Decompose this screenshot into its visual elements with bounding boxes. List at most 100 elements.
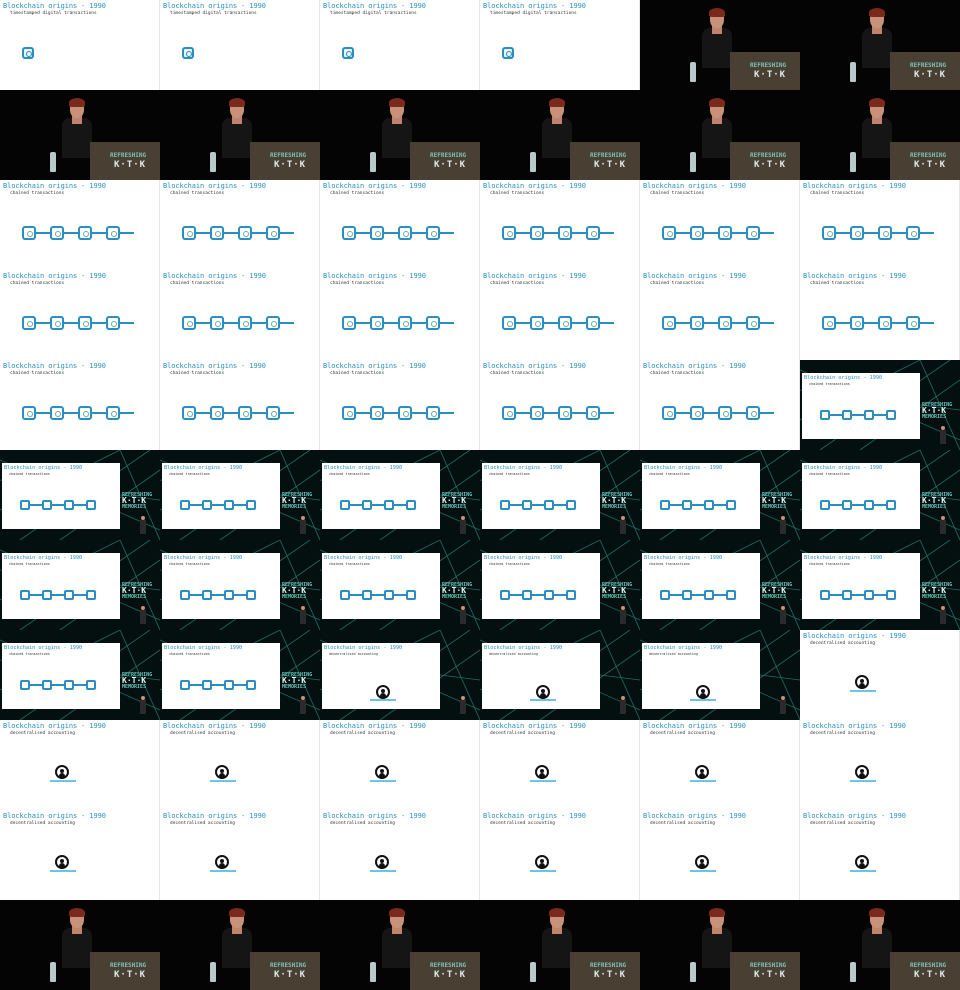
slide-thumbnail[interactable]: Blockchain origins - 1990 decentralised … xyxy=(0,720,160,810)
slide-thumbnail[interactable]: Blockchain origins - 1990 chained transa… xyxy=(640,360,800,450)
speaker-figure xyxy=(220,98,254,158)
bottle-icon xyxy=(690,152,696,172)
speaker-frame[interactable]: REFRESHING K·T·K xyxy=(320,90,480,180)
speaker-frame[interactable]: REFRESHING K·T·K xyxy=(640,0,800,90)
speaker-frame[interactable]: REFRESHING K·T·K xyxy=(800,900,960,990)
slide-thumbnail[interactable]: Blockchain origins - 1990 decentralised … xyxy=(640,810,800,900)
stream-frame[interactable]: Blockchain origins - 1990 chained transa… xyxy=(0,630,160,720)
stream-frame[interactable]: Blockchain origins - 1990 chained transa… xyxy=(320,450,480,540)
slide-thumbnail[interactable]: Blockchain origins - 1990 decentralised … xyxy=(480,720,640,810)
chain-icon xyxy=(182,406,294,420)
slide-thumbnail[interactable]: Blockchain origins - 1990 chained transa… xyxy=(0,360,160,450)
chain-icon xyxy=(340,500,416,510)
slide-thumbnail[interactable]: Blockchain origins - 1990 decentralised … xyxy=(800,720,960,810)
podium-logo-mark: K·T·K xyxy=(274,160,307,170)
slide-inset: Blockchain origins - 1990 chained transa… xyxy=(162,463,280,529)
side-logo: REFRESHING K·T·K MEMORIES xyxy=(282,492,313,510)
speaker-frame[interactable]: REFRESHING K·T·K xyxy=(640,90,800,180)
slide-thumbnail[interactable]: Blockchain origins - 1990 decentralised … xyxy=(800,810,960,900)
stream-frame[interactable]: Blockchain origins - 1990 decentralised … xyxy=(640,630,800,720)
slide-thumbnail[interactable]: Blockchain origins - 1990 chained transa… xyxy=(0,270,160,360)
slide-thumbnail[interactable]: Blockchain origins - 1990 decentralised … xyxy=(800,630,960,720)
podium: REFRESHING K·T·K xyxy=(730,52,800,90)
slide-thumbnail[interactable]: Blockchain origins - 1990 chained transa… xyxy=(800,270,960,360)
slide-thumbnail[interactable]: Blockchain origins - 1990 chained transa… xyxy=(320,360,480,450)
speaker-figure xyxy=(700,8,734,68)
slide-thumbnail[interactable]: Blockchain origins - 1990 timestamped di… xyxy=(0,0,160,90)
stream-frame[interactable]: Blockchain origins - 1990 decentralised … xyxy=(480,630,640,720)
podium-logo-text: REFRESHING xyxy=(110,962,147,969)
slide-thumbnail[interactable]: Blockchain origins - 1990 timestamped di… xyxy=(320,0,480,90)
speaker-frame[interactable]: REFRESHING K·T·K xyxy=(160,90,320,180)
chain-icon xyxy=(502,316,614,330)
stream-frame[interactable]: Blockchain origins - 1990 chained transa… xyxy=(160,630,320,720)
speaker-frame[interactable]: REFRESHING K·T·K xyxy=(800,90,960,180)
slide-thumbnail[interactable]: Blockchain origins - 1990 chained transa… xyxy=(320,180,480,270)
slide-subtitle: chained transactions xyxy=(9,562,50,566)
slide-title: Blockchain origins - 1990 xyxy=(164,645,243,651)
stream-frame[interactable]: Blockchain origins - 1990 chained transa… xyxy=(640,540,800,630)
slide-title: Blockchain origins - 1990 xyxy=(644,465,723,471)
stream-frame[interactable]: Blockchain origins - 1990 chained transa… xyxy=(160,450,320,540)
slide-thumbnail[interactable]: Blockchain origins - 1990 chained transa… xyxy=(160,180,320,270)
podium: REFRESHING K·T·K xyxy=(90,952,160,990)
slide-title: Blockchain origins - 1990 xyxy=(803,182,906,190)
speaker-thumbnail xyxy=(460,606,466,624)
speaker-frame[interactable]: REFRESHING K·T·K xyxy=(0,90,160,180)
slide-thumbnail[interactable]: Blockchain origins - 1990 chained transa… xyxy=(640,180,800,270)
speaker-frame[interactable]: REFRESHING K·T·K xyxy=(320,900,480,990)
stream-frame[interactable]: Blockchain origins - 1990 chained transa… xyxy=(0,450,160,540)
chain-icon xyxy=(180,590,256,600)
stream-frame[interactable]: Blockchain origins - 1990 decentralised … xyxy=(320,630,480,720)
stream-frame[interactable]: Blockchain origins - 1990 chained transa… xyxy=(800,540,960,630)
slide-thumbnail[interactable]: Blockchain origins - 1990 chained transa… xyxy=(320,270,480,360)
network-line-icon xyxy=(210,780,236,782)
slide-thumbnail[interactable]: Blockchain origins - 1990 chained transa… xyxy=(160,270,320,360)
slide-thumbnail[interactable]: Blockchain origins - 1990 chained transa… xyxy=(160,360,320,450)
speaker-frame[interactable]: REFRESHING K·T·K xyxy=(480,900,640,990)
slide-thumbnail[interactable]: Blockchain origins - 1990 timestamped di… xyxy=(480,0,640,90)
slide-thumbnail[interactable]: Blockchain origins - 1990 chained transa… xyxy=(480,360,640,450)
slide-thumbnail[interactable]: Blockchain origins - 1990 chained transa… xyxy=(640,270,800,360)
speaker-thumbnail xyxy=(140,696,146,714)
speaker-frame[interactable]: REFRESHING K·T·K xyxy=(0,900,160,990)
podium: REFRESHING K·T·K xyxy=(890,142,960,180)
stream-frame[interactable]: Blockchain origins - 1990 chained transa… xyxy=(640,450,800,540)
slide-thumbnail[interactable]: Blockchain origins - 1990 decentralised … xyxy=(320,810,480,900)
speaker-figure xyxy=(540,98,574,158)
stream-frame[interactable]: Blockchain origins - 1990 chained transa… xyxy=(0,540,160,630)
speaker-frame[interactable]: REFRESHING K·T·K xyxy=(480,90,640,180)
network-line-icon xyxy=(370,780,396,782)
slide-thumbnail[interactable]: Blockchain origins - 1990 chained transa… xyxy=(480,270,640,360)
person-icon xyxy=(536,685,550,699)
slide-subtitle: chained transactions xyxy=(330,371,385,376)
stream-frame[interactable]: Blockchain origins - 1990 chained transa… xyxy=(800,360,960,450)
chain-icon xyxy=(340,590,416,600)
slide-inset: Blockchain origins - 1990 chained transa… xyxy=(2,463,120,529)
stream-frame[interactable]: Blockchain origins - 1990 chained transa… xyxy=(320,540,480,630)
slide-title: Blockchain origins - 1990 xyxy=(324,465,403,471)
slide-thumbnail[interactable]: Blockchain origins - 1990 chained transa… xyxy=(0,180,160,270)
stream-frame[interactable]: Blockchain origins - 1990 chained transa… xyxy=(160,540,320,630)
bottle-icon xyxy=(530,152,536,172)
speaker-frame[interactable]: REFRESHING K·T·K xyxy=(160,900,320,990)
slide-thumbnail[interactable]: Blockchain origins - 1990 decentralised … xyxy=(0,810,160,900)
speaker-frame[interactable]: REFRESHING K·T·K xyxy=(640,900,800,990)
slide-thumbnail[interactable]: Blockchain origins - 1990 timestamped di… xyxy=(160,0,320,90)
slide-title: Blockchain origins - 1990 xyxy=(484,465,563,471)
stream-frame[interactable]: Blockchain origins - 1990 chained transa… xyxy=(480,450,640,540)
slide-thumbnail[interactable]: Blockchain origins - 1990 decentralised … xyxy=(480,810,640,900)
slide-title: Blockchain origins - 1990 xyxy=(323,362,426,370)
slide-thumbnail[interactable]: Blockchain origins - 1990 chained transa… xyxy=(480,180,640,270)
slide-thumbnail[interactable]: Blockchain origins - 1990 decentralised … xyxy=(160,720,320,810)
slide-thumbnail[interactable]: Blockchain origins - 1990 decentralised … xyxy=(320,720,480,810)
slide-subtitle: chained transactions xyxy=(329,472,370,476)
stream-frame[interactable]: Blockchain origins - 1990 chained transa… xyxy=(480,540,640,630)
slide-title: Blockchain origins - 1990 xyxy=(4,645,83,651)
speaker-figure xyxy=(700,98,734,158)
slide-thumbnail[interactable]: Blockchain origins - 1990 decentralised … xyxy=(160,810,320,900)
speaker-frame[interactable]: REFRESHING K·T·K xyxy=(800,0,960,90)
stream-frame[interactable]: Blockchain origins - 1990 chained transa… xyxy=(800,450,960,540)
slide-thumbnail[interactable]: Blockchain origins - 1990 decentralised … xyxy=(640,720,800,810)
slide-thumbnail[interactable]: Blockchain origins - 1990 chained transa… xyxy=(800,180,960,270)
